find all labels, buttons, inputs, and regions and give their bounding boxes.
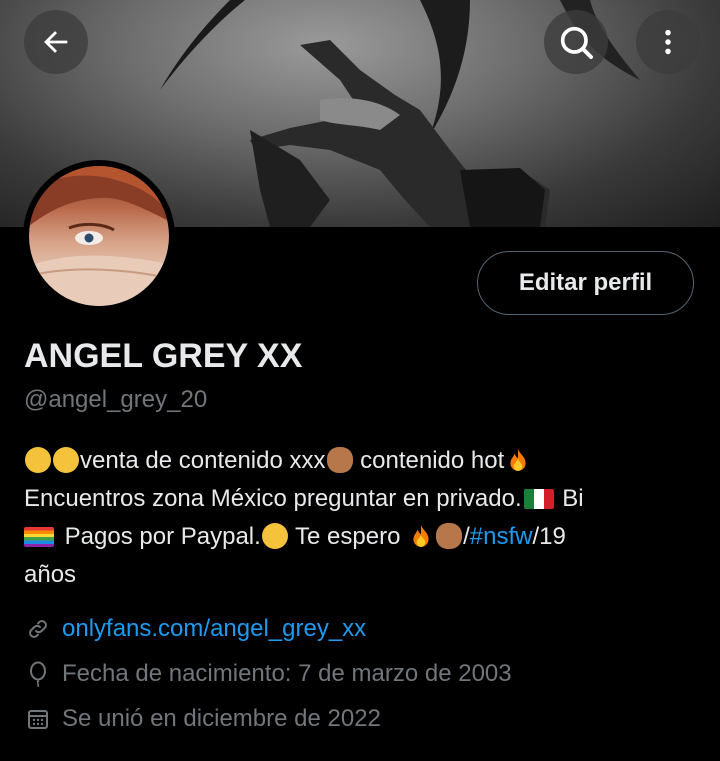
hashtag-link[interactable]: #nsfw <box>470 523 533 550</box>
profile-website-link[interactable]: onlyfans.com/angel_grey_xx <box>62 615 366 643</box>
profile-birthday: Fecha de nacimiento: 7 de marzo de 2003 <box>62 660 512 687</box>
bio-text: Te espero <box>288 523 408 550</box>
bio-text: Bi <box>555 485 584 512</box>
bio-text: / <box>463 523 470 550</box>
bio-text: años <box>24 561 77 588</box>
see-no-evil-monkey-icon <box>436 523 463 549</box>
profile-website-row: onlyfans.com/angel_grey_xx <box>24 615 366 643</box>
search-button[interactable] <box>544 10 608 74</box>
see-no-evil-monkey-icon <box>326 447 353 473</box>
woozy-face-icon <box>25 447 51 473</box>
bio-text: contenido hot <box>353 447 505 474</box>
avatar[interactable] <box>23 160 175 312</box>
calendar-icon <box>24 705 52 733</box>
search-icon <box>560 26 593 59</box>
back-button[interactable] <box>24 10 88 74</box>
bio-text: Encuentros zona México preguntar en priv… <box>24 485 522 512</box>
face-with-hand-over-mouth-icon <box>53 447 79 473</box>
profile-name: ANGEL GREY XX <box>24 337 303 375</box>
fire-icon <box>408 523 434 549</box>
bio-text: Pagos por Paypal. <box>58 523 261 550</box>
profile-joined-row: Se unió en diciembre de 2022 <box>24 705 381 733</box>
rainbow-flag-icon <box>24 527 54 547</box>
balloon-icon <box>24 660 52 688</box>
mexico-flag-icon <box>523 489 554 509</box>
profile-joined: Se unió en diciembre de 2022 <box>62 705 381 732</box>
edit-profile-button[interactable]: Editar perfil <box>477 251 694 315</box>
bio-text: venta de contenido xxx <box>80 447 326 474</box>
bio-text: /19 <box>532 523 566 550</box>
woozy-face-icon <box>261 523 288 549</box>
fire-icon <box>505 447 531 473</box>
profile-handle: @angel_grey_20 <box>24 386 208 413</box>
more-vertical-icon <box>665 29 671 55</box>
profile-bio: venta de contenido xxx contenido hot Enc… <box>24 442 704 594</box>
profile-birthday-row: Fecha de nacimiento: 7 de marzo de 2003 <box>24 660 512 688</box>
link-icon <box>24 615 52 643</box>
avatar-image <box>29 166 169 306</box>
more-options-button[interactable] <box>636 10 700 74</box>
back-arrow-icon <box>44 31 68 53</box>
